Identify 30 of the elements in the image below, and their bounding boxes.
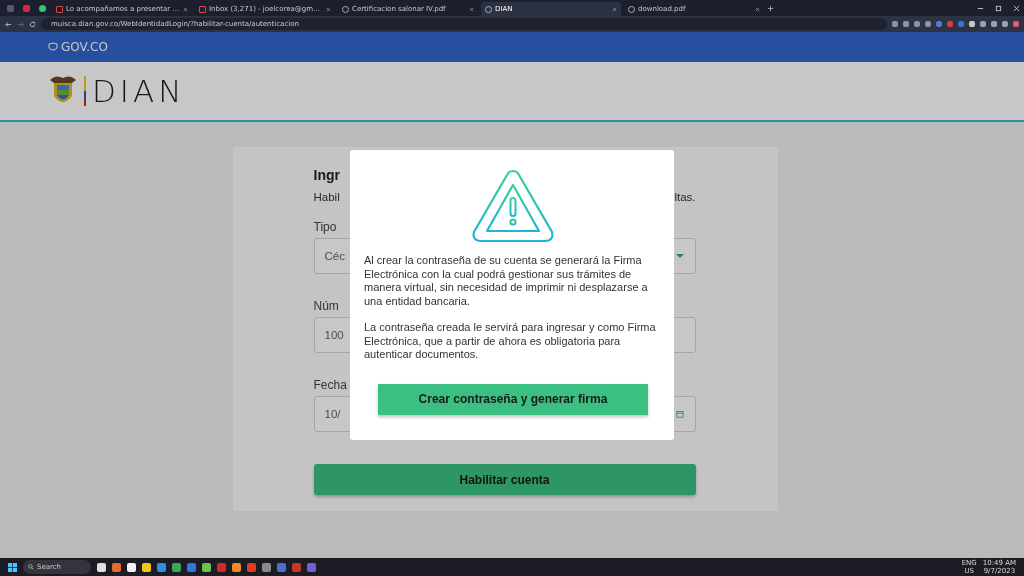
form-subtitle: ltas. [674,191,696,205]
windows-logo-icon[interactable] [8,562,17,572]
form-title: Ingr [313,167,340,185]
modal-text: Al crear la contraseña de su cuenta se generará la Firma Electrónica con la cual podrá gestionar sus trámites de manera virtual, sin necesidad de imprimir ni desplazarse a una entidad bancaria. [364,254,649,308]
search-icon [28,564,34,570]
close-tab-icon[interactable] [612,6,617,12]
reload-icon[interactable] [29,20,36,28]
back-icon[interactable] [5,20,12,28]
restore-icon[interactable] [995,4,1002,12]
create-password-button[interactable]: Crear contraseña y generar firma [378,383,648,415]
form-subtitle: Habil [313,191,340,205]
close-tab-icon[interactable] [755,6,760,12]
modal-text: La contraseña creada le servirá para ingresar y como Firma Electrónica, que a partir de ahora es obligatoria para autenticar documentos. [364,321,657,362]
field-label: Núm [313,299,339,315]
enable-account-button[interactable]: Habilitar cuenta [313,464,696,495]
field-label: Fecha [313,378,347,394]
caret-icon [674,252,685,260]
close-tab-icon[interactable] [469,6,474,12]
shield-icon [48,42,58,52]
field-label: Tipo [313,220,337,236]
flag-stripe [84,76,86,106]
close-tab-icon[interactable] [326,6,331,12]
close-tab-icon[interactable] [183,6,188,12]
brand-logo-text[interactable]: DIAN [92,73,186,109]
gov-logo-text[interactable]: GOV.CO [61,40,108,54]
new-tab-icon[interactable] [767,4,774,12]
warning-icon [471,168,555,244]
calendar-icon [674,410,685,418]
close-icon[interactable] [1013,4,1020,12]
forward-icon[interactable] [17,20,24,28]
